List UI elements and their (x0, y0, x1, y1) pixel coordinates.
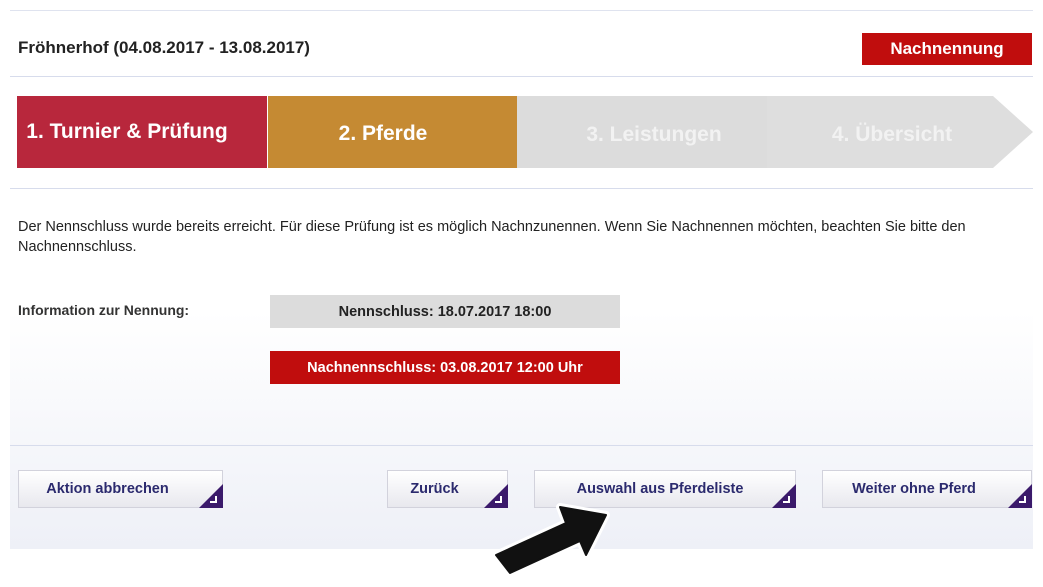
cancel-action-label: Aktion abbrechen (46, 481, 169, 497)
continue-without-horse-label: Weiter ohne Pferd (852, 481, 976, 497)
late-entry-deadline-box: Nachnennschluss: 03.08.2017 12:00 Uhr (270, 351, 620, 384)
step-overview: 4. Übersicht (767, 96, 1033, 168)
cancel-action-button[interactable]: Aktion abbrechen (18, 470, 223, 508)
step-performances: 3. Leistungen (517, 96, 807, 168)
step-tournament[interactable]: 1. Turnier & Prüfung (17, 96, 307, 168)
divider-bottom (10, 445, 1033, 446)
choose-from-horse-list-label: Auswahl aus Pferdeliste (576, 481, 744, 497)
divider-top (10, 76, 1033, 77)
step-4-label: 4. Übersicht (831, 123, 953, 146)
step-1-label: 1. Turnier & Prüfung (26, 120, 228, 143)
deadline-notice: Der Nennschluss wurde bereits erreicht. … (18, 219, 966, 255)
arrow-corner-icon (1008, 484, 1032, 508)
step-2-label: 2. Pferde (338, 122, 428, 145)
back-label: Zurück (410, 481, 459, 497)
content-panel (10, 10, 1033, 549)
continue-without-horse-button[interactable]: Weiter ohne Pferd (822, 470, 1032, 508)
entry-info-label: Information zur Nennung: (18, 302, 190, 318)
entry-deadline-box: Nennschluss: 18.07.2017 18:00 (270, 295, 620, 328)
page-title: Fröhnerhof (04.08.2017 - 13.08.2017) (18, 38, 310, 57)
arrow-corner-icon (199, 484, 223, 508)
divider-steps (10, 188, 1033, 189)
pointer-arrow-icon (492, 503, 610, 577)
step-horses[interactable]: 2. Pferde (267, 96, 558, 168)
arrow-corner-icon (772, 484, 796, 508)
step-3-label: 3. Leistungen (586, 123, 722, 146)
progress-steps: 1. Turnier & Prüfung 2. Pferde 3. Leistu… (17, 96, 1033, 168)
late-entry-badge: Nachnennung (862, 33, 1032, 65)
